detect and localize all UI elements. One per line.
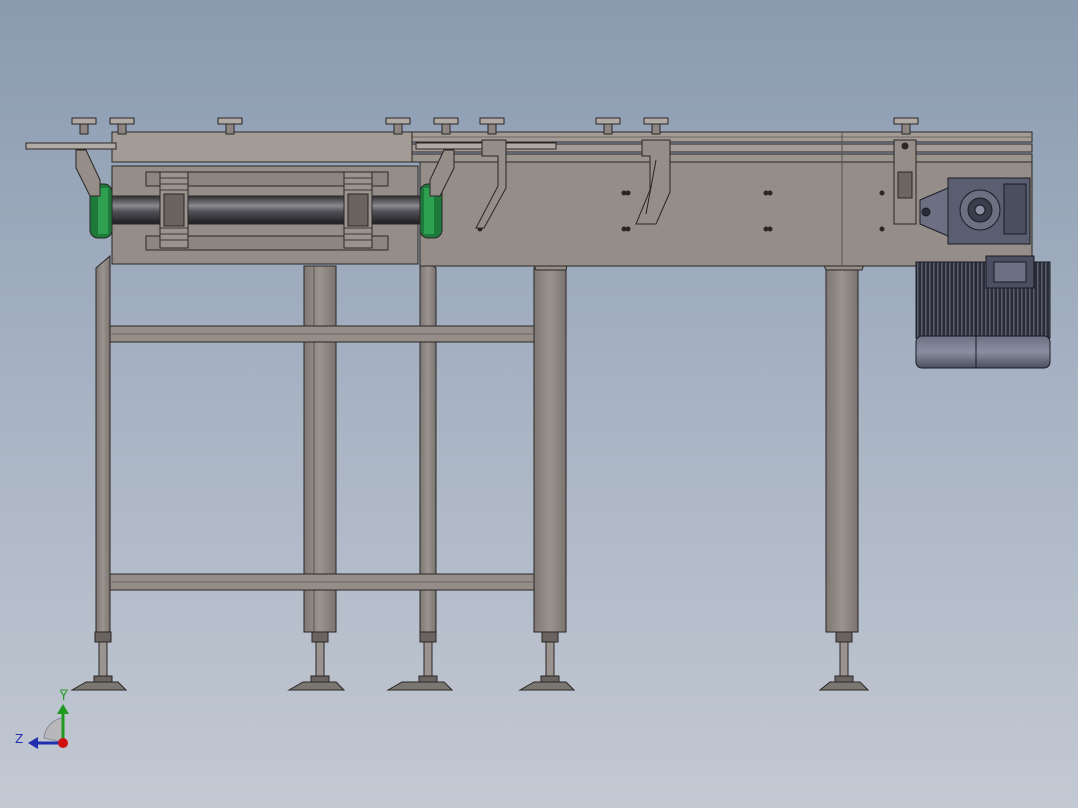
foot-5 [818,631,870,691]
top-cover [111,131,413,163]
conveyor-drawing [25,117,1051,749]
cad-viewport: Y Z [0,0,1078,808]
support-frame [95,231,869,633]
y-axis-label: Y [60,689,68,703]
x-axis-icon [58,738,68,748]
knob-1 [71,117,97,135]
motor-endcap [915,335,1051,369]
sprocket-left [159,171,189,249]
drive-shaft [25,142,117,150]
foot-4 [518,631,576,691]
leg-left-outer [95,254,111,633]
leg-right-2 [825,267,859,633]
foot-3 [386,631,454,691]
foot-2 [287,631,346,691]
leg-right-1 [533,267,567,633]
foot-1 [70,631,128,691]
roller [99,195,439,225]
leveling-feet [70,631,870,691]
sprocket-right [343,171,373,249]
gear-motor [915,177,1051,369]
z-axis-label: Z [15,732,24,746]
